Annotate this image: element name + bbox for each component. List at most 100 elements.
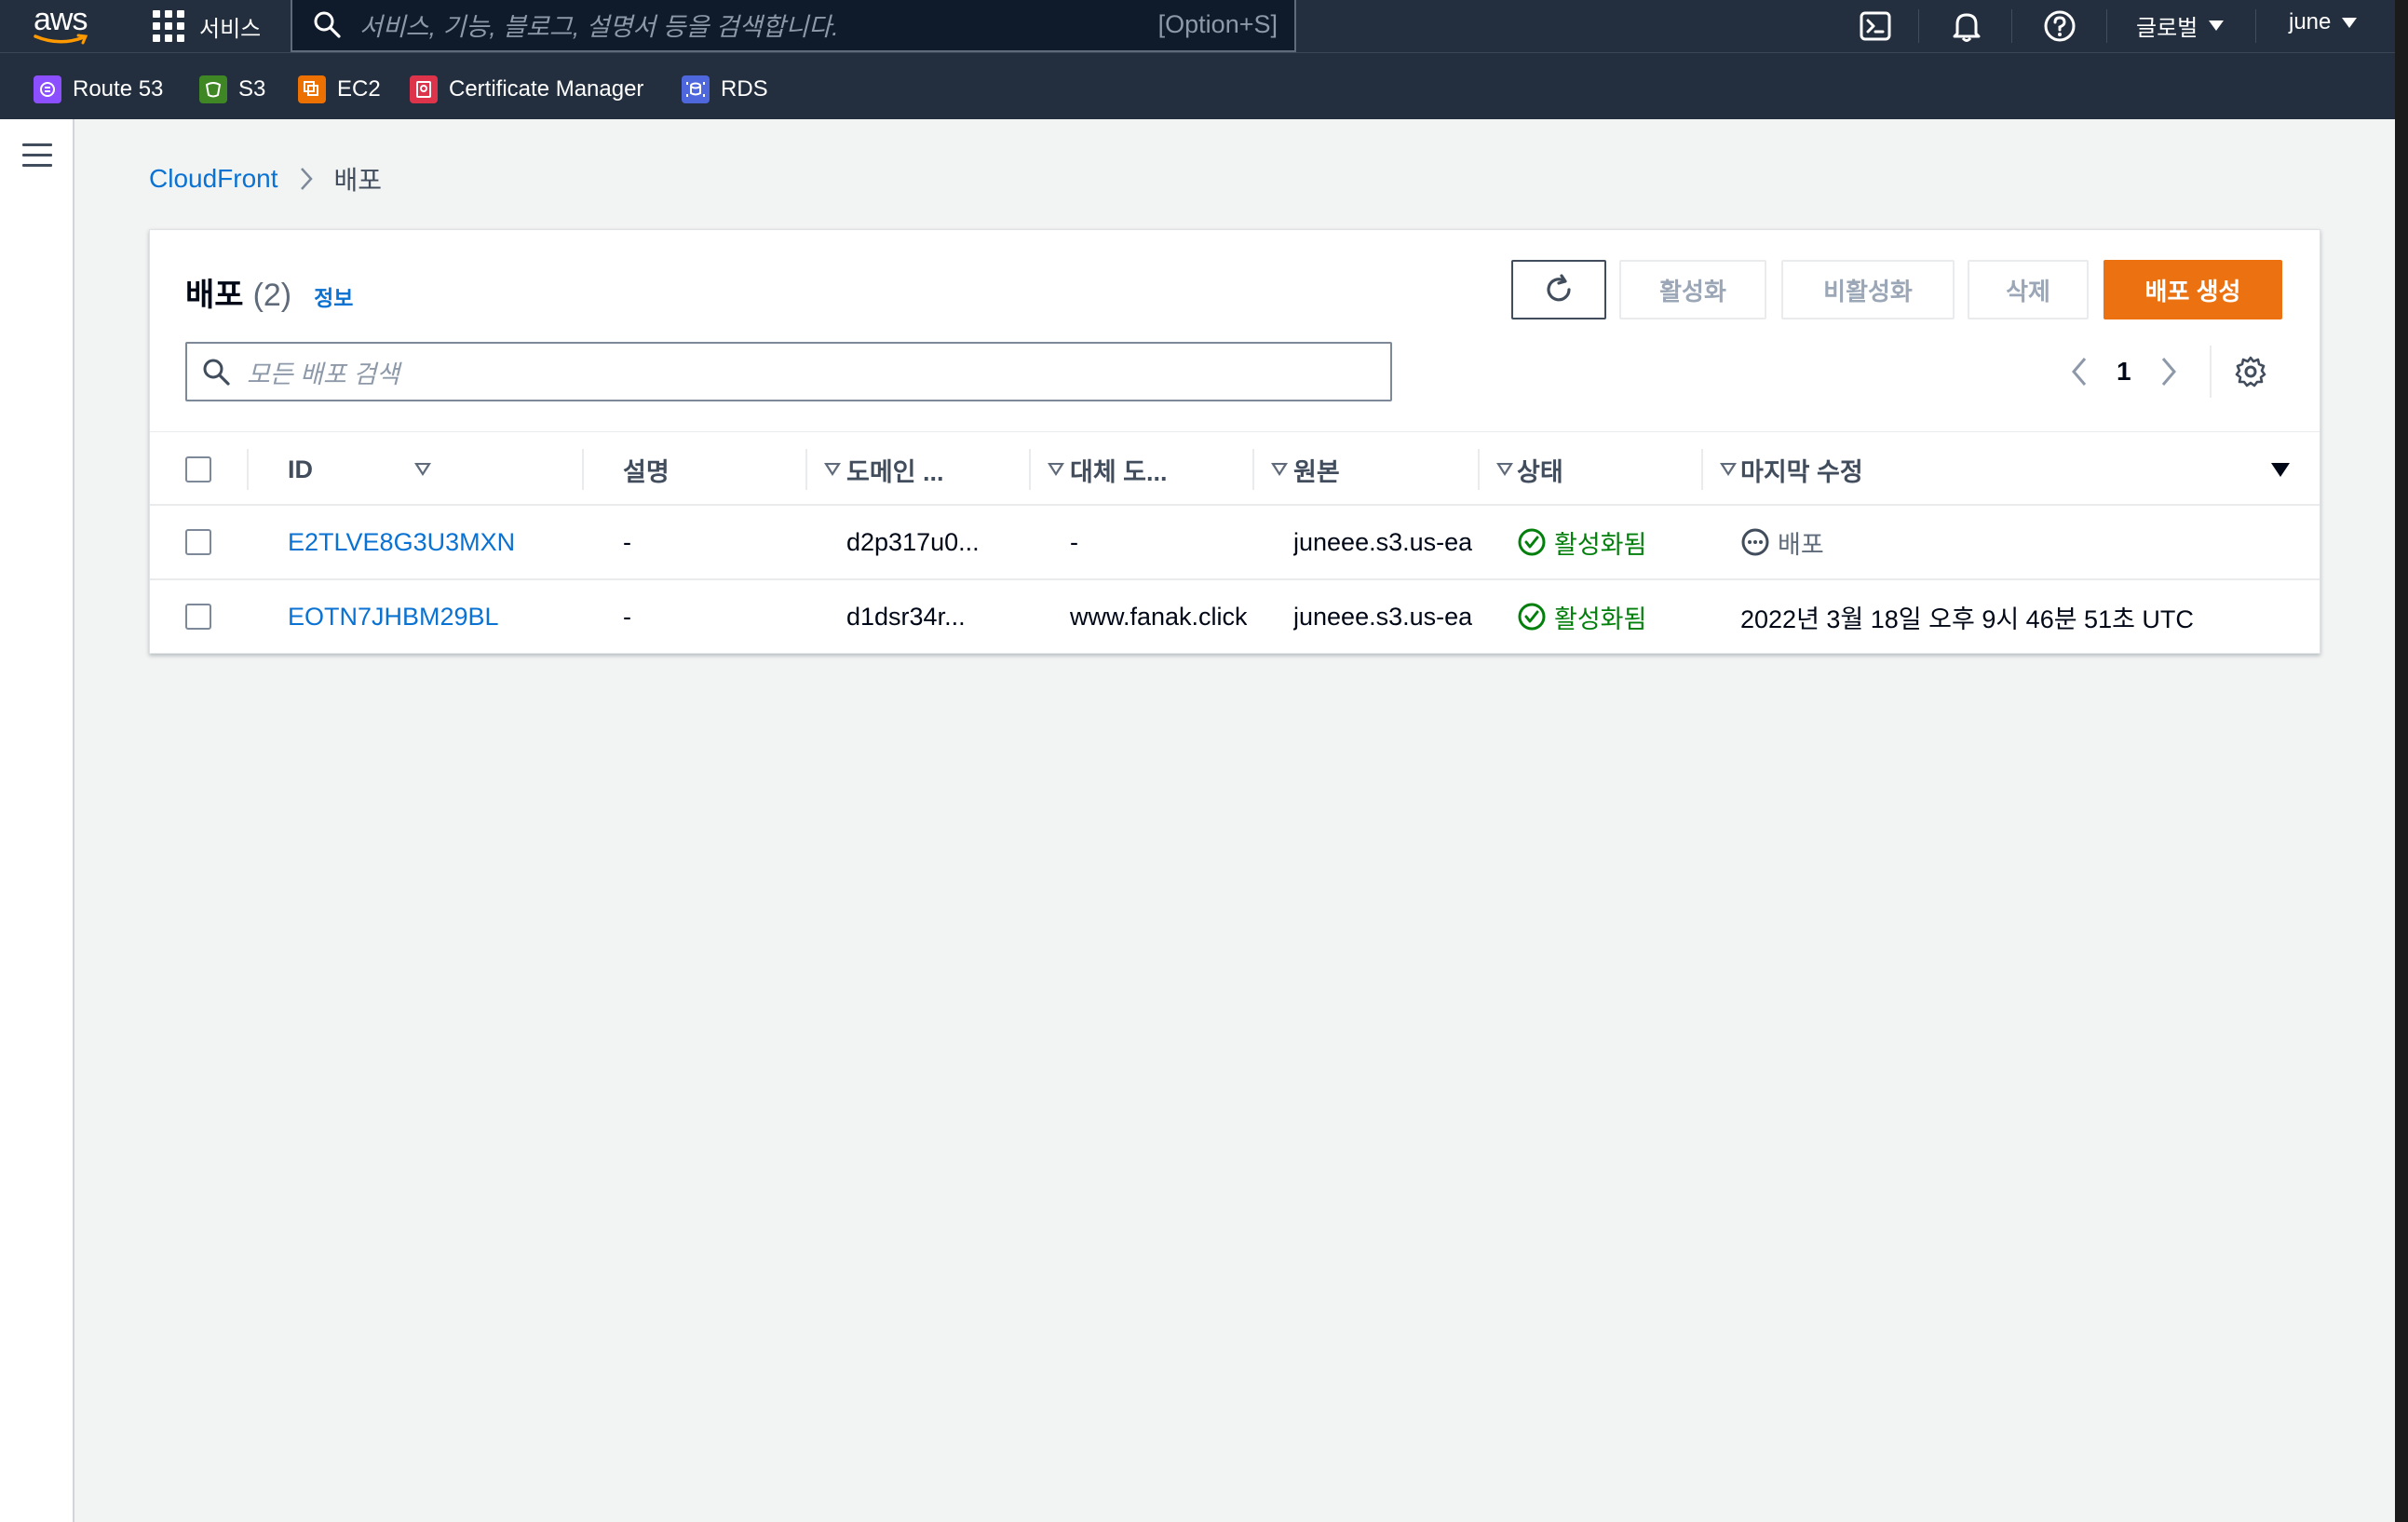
status-label: 활성화됨 [1554,605,1647,633]
cell-last-modified: 2022년 3월 18일 오후 9시 46분 51초 UTC [1740,605,2194,633]
cell-description: - [623,527,631,556]
distribution-id-link[interactable]: E2TLVE8G3U3MXN [288,528,515,557]
search-placeholder: 모든 배포 검색 [247,360,400,388]
s3-icon [199,75,227,103]
column-header-id[interactable]: ID [288,432,431,507]
shortcut-label: Certificate Manager [449,76,644,102]
search-shortcut-hint: [Option+S] [1157,9,1278,38]
info-link[interactable]: 정보 [314,280,353,312]
services-menu-button[interactable]: 서비스 [153,7,261,45]
cell-id: E2TLVE8G3U3MXN [288,506,576,578]
column-separator [1478,449,1480,490]
breadcrumb-current: 배포 [333,166,383,195]
rds-icon [682,75,710,103]
refresh-icon [1547,274,1571,302]
top-separator [2011,9,2012,43]
row-checkbox[interactable] [185,529,211,555]
panel-header: 배포 (2) 정보 [185,269,353,315]
table-row[interactable]: E2TLVE8G3U3MXN - d2p317u0... - juneee.s3… [150,506,2320,580]
delete-button[interactable]: 삭제 [1968,260,2089,319]
column-separator [582,449,584,490]
distribution-search-input[interactable]: 모든 배포 검색 [185,342,1392,401]
deploying-badge: 배포 [1740,524,1824,561]
column-separator [1701,449,1703,490]
cell-alternate-domain: www.fanak.click [1070,602,1247,631]
shortcut-label: EC2 [337,76,381,102]
row-checkbox-cell [185,580,211,653]
hamburger-menu-icon[interactable] [22,143,52,168]
sort-icon [1720,463,1737,476]
select-all-checkbox-cell [185,432,223,507]
region-selector[interactable]: 글로벌 [2136,9,2225,42]
distributions-panel: 배포 (2) 정보 활성화 비활성화 삭제 배포 생성 모든 배포 검색 1 I… [149,229,2320,654]
breadcrumb-cloudfront-link[interactable]: CloudFront [149,164,278,194]
disable-button[interactable]: 비활성화 [1781,260,1955,319]
select-all-checkbox[interactable] [185,456,211,482]
column-header-alternate-domain[interactable]: 대체 도... [1070,432,1288,507]
aws-smile-icon [34,34,88,45]
chevron-right-icon[interactable] [2158,353,2180,390]
shortcut-label: RDS [721,76,768,102]
route53-icon [34,75,61,103]
shortcut-certificate-manager[interactable]: Certificate Manager [410,75,643,104]
sort-icon [1271,463,1288,476]
ec2-icon [298,75,326,103]
page-number[interactable]: 1 [2117,357,2131,387]
create-distribution-button[interactable]: 배포 생성 [2104,260,2282,319]
column-header-description[interactable]: 설명 [623,432,841,507]
column-header-status[interactable]: 상태 [1517,432,1737,507]
top-navigation-bar: aws 서비스 서비스, 기능, 블로그, 설명서 등을 검색합니다. [Opt… [0,0,2395,52]
table-header: ID 설명 도메인 ... 대체 도... 원본 상태 마지막 수정 [150,431,2320,506]
cell-last-modified: 배포 [1740,506,2290,578]
column-header-last-modified[interactable]: 마지막 수정 [1740,432,2290,507]
column-separator [1252,449,1254,490]
sort-descending-icon [2271,462,2290,477]
top-separator [1918,9,1919,43]
shortcut-route53[interactable]: Route 53 [34,75,163,104]
side-navigation [0,119,74,1522]
sort-icon [824,463,841,476]
table-row[interactable]: EOTN7JHBM29BL - d1dsr34r... www.fanak.cl… [150,580,2320,655]
breadcrumb: CloudFront 배포 [149,160,382,197]
bell-icon[interactable] [1948,7,1985,45]
column-separator [247,449,249,490]
cell-domain: d2p317u0... [846,527,980,556]
services-grid-icon [153,10,184,42]
shortcut-label: S3 [238,76,266,102]
status-badge: 활성화됨 [1517,524,1646,561]
pagination: 1 [2068,346,2267,398]
certificate-manager-icon [410,75,438,103]
sort-icon [1496,463,1513,476]
help-icon[interactable] [2041,7,2078,45]
page-title: 배포 [185,278,244,313]
row-checkbox[interactable] [185,604,211,630]
global-search-input[interactable]: 서비스, 기능, 블로그, 설명서 등을 검색합니다. [Option+S] [291,0,1296,52]
shortcut-rds[interactable]: RDS [682,75,768,104]
gear-icon[interactable] [2234,355,2267,388]
chevron-left-icon[interactable] [2068,353,2090,390]
shortcut-s3[interactable]: S3 [199,75,265,104]
region-label: 글로벌 [2136,16,2198,41]
cell-description: - [623,602,631,631]
status-label: 활성화됨 [1554,530,1647,559]
cell-status: 활성화됨 [1517,506,1699,578]
sort-icon [1048,463,1064,476]
cell-alternate-domain: - [1070,527,1078,556]
refresh-button[interactable] [1511,260,1606,319]
user-menu[interactable]: june [2289,9,2358,35]
check-circle-icon [1518,603,1546,631]
column-header-origin[interactable]: 원본 [1293,432,1513,507]
user-label: june [2289,9,2332,34]
enable-button[interactable]: 활성화 [1619,260,1766,319]
in-progress-icon [1741,528,1769,556]
shortcut-ec2[interactable]: EC2 [298,75,381,104]
window-edge [2395,0,2408,1522]
search-icon [314,11,341,38]
cell-domain: d1dsr34r... [846,602,966,631]
cell-origin: juneee.s3.us-eas [1293,602,1472,631]
search-icon [203,359,230,386]
column-header-domain[interactable]: 도메인 ... [846,432,1064,507]
cloudshell-icon[interactable] [1857,7,1894,45]
distribution-id-link[interactable]: EOTN7JHBM29BL [288,603,499,632]
cell-status: 활성화됨 [1517,580,1699,653]
